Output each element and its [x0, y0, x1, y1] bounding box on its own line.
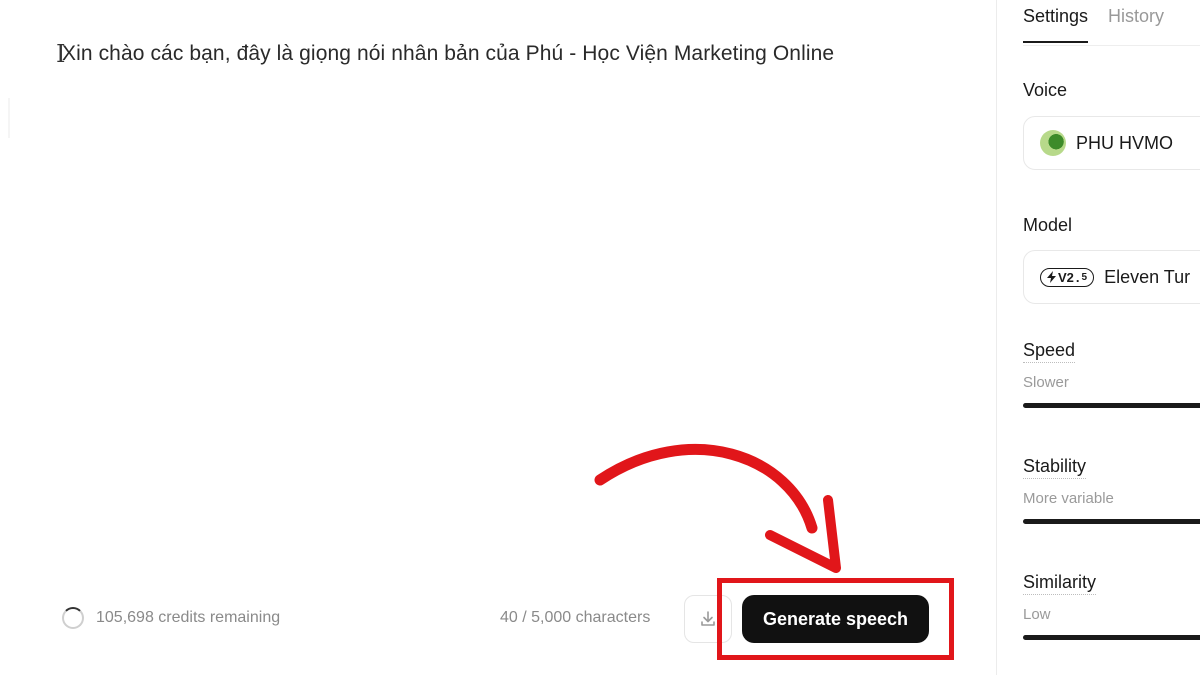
voice-avatar-icon [1040, 130, 1066, 156]
stability-hint: More variable [1023, 490, 1114, 507]
model-select[interactable]: V2. 5 Eleven Tur [1023, 250, 1200, 304]
tab-settings[interactable]: Settings [1023, 6, 1089, 43]
similarity-slider[interactable] [1023, 635, 1200, 640]
text-editor[interactable]: I Xin chào các bạn, đây là giọng nói nhâ… [0, 0, 996, 675]
speed-label: Speed [1023, 340, 1076, 363]
voice-select[interactable]: PHU HVMO [1023, 116, 1200, 170]
similarity-label: Similarity [1023, 572, 1097, 595]
editor-edge-mark [8, 98, 10, 138]
app: I Xin chào các bạn, đây là giọng nói nhâ… [0, 0, 1200, 675]
editor-text[interactable]: Xin chào các bạn, đây là giọng nói nhân … [62, 42, 962, 66]
lightning-icon [1047, 271, 1056, 283]
settings-sidebar: Settings History Voice PHU HVMO Model V2… [997, 0, 1200, 675]
character-count: 40 / 5,000 characters [500, 609, 651, 626]
speed-slider[interactable] [1023, 403, 1200, 408]
model-value: Eleven Tur [1104, 266, 1191, 287]
model-badge-version: V2 [1058, 269, 1074, 285]
voice-value: PHU HVMO [1076, 132, 1174, 153]
voice-label: Voice [1023, 80, 1068, 100]
model-label: Model [1023, 215, 1073, 235]
speed-hint: Slower [1023, 374, 1069, 391]
stability-slider[interactable] [1023, 519, 1200, 524]
credits-indicator: 105,698 credits remaining [62, 607, 280, 629]
similarity-hint: Low [1023, 606, 1051, 623]
tab-history[interactable]: History [1108, 6, 1164, 43]
stability-label: Stability [1023, 456, 1087, 479]
download-button[interactable] [684, 595, 732, 643]
credits-text: 105,698 credits remaining [96, 609, 281, 626]
sidebar-tabs: Settings History [1023, 6, 1164, 43]
model-version-badge: V2. 5 [1040, 267, 1095, 287]
download-icon [701, 611, 715, 626]
model-badge-subversion: 5 [1081, 271, 1088, 283]
generate-speech-button[interactable]: Generate speech [742, 595, 929, 643]
tab-underline-rule [1023, 45, 1200, 46]
credits-ring-icon [62, 607, 84, 629]
